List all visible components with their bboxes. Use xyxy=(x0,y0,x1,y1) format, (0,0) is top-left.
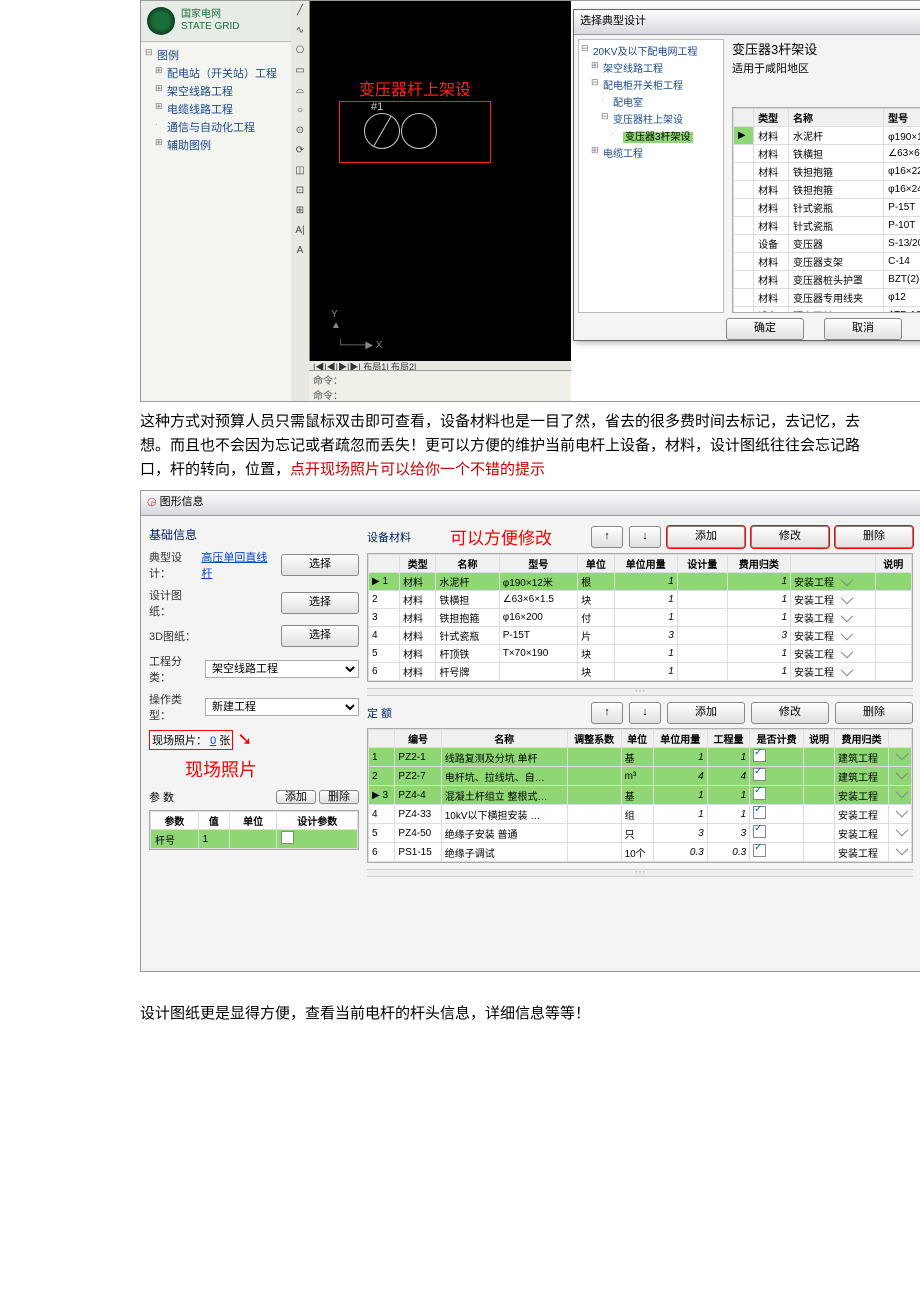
splitter[interactable] xyxy=(367,688,913,696)
arrow-annotation-icon: ➘ xyxy=(237,729,252,750)
paragraph-2: 设计图纸更是显得方便，查看当前电杆的杆头信息，详细信息等等！ xyxy=(0,972,920,1083)
selected-subtitle: 适用于咸阳地区 xyxy=(732,60,920,76)
annotation-site-photo: 现场照片 xyxy=(185,756,359,782)
label-site-photo: 现场照片： xyxy=(152,735,207,747)
tool-icon[interactable]: A| xyxy=(293,225,307,239)
axis-y-label: Y▲ xyxy=(331,309,341,331)
screenshot-typical-design: 国家电网 STATE GRID 图例 配电站（开关站）工程 架空线路工程 电缆线… xyxy=(140,0,920,402)
tool-icon[interactable]: ⟳ xyxy=(293,145,307,159)
label-typical-design: 典型设计： xyxy=(149,549,197,581)
checkbox[interactable] xyxy=(281,831,294,844)
tool-icon[interactable]: ∿ xyxy=(293,25,307,39)
cad-annotation: 变压器杆上架设 xyxy=(359,76,471,100)
edit-button[interactable]: 修改 xyxy=(751,526,829,548)
cancel-button[interactable]: 取消 xyxy=(824,318,902,340)
delete-button[interactable]: 删除 xyxy=(319,790,359,804)
link-photo-count[interactable]: 0 xyxy=(210,735,216,747)
tool-icon[interactable]: A xyxy=(293,245,307,259)
dlg-tree-item[interactable]: 配电柜开关柜工程 xyxy=(603,81,683,92)
select-button[interactable]: 选择 xyxy=(281,625,359,647)
edit-button[interactable]: 修改 xyxy=(751,702,829,724)
add-button[interactable]: 添加 xyxy=(667,526,745,548)
brand-title-cn: 国家电网 xyxy=(181,9,240,21)
cad-canvas[interactable]: ╱ ∿ ⎔ ▭ ⌓ ○ ⊙ ⟳ ◫ ⊡ ⊞ A| A 变压器杆上架设 #1 Y▲ └───▶… xyxy=(291,1,571,401)
materials-grid[interactable]: 类型名称型号单位单位用量设计量费用归类说明▶ 1材料水泥杆φ190×12米根11… xyxy=(367,553,913,682)
move-up-button[interactable]: ↑ xyxy=(591,702,623,724)
tree-item[interactable]: 配电站（开关站）工程 xyxy=(167,68,277,80)
move-down-button[interactable]: ↓ xyxy=(629,702,661,724)
brand-title-en: STATE GRID xyxy=(181,21,240,33)
move-down-button[interactable]: ↓ xyxy=(629,526,661,548)
toolstrip[interactable]: ╱ ∿ ⎔ ▭ ⌓ ○ ⊙ ⟳ ◫ ⊡ ⊞ A| A xyxy=(291,1,310,402)
brand: 国家电网 STATE GRID xyxy=(141,1,291,42)
splitter[interactable] xyxy=(367,869,913,877)
select-engineering-type[interactable]: 架空线路工程 xyxy=(205,660,359,678)
delete-button[interactable]: 删除 xyxy=(835,702,913,724)
dlg-tree-selected[interactable]: 变压器3杆架设 xyxy=(623,132,693,143)
params-title: 参 数 xyxy=(149,789,174,805)
window-title[interactable]: ◶ 图形信息 xyxy=(141,491,920,516)
quota-title: 定 额 xyxy=(367,705,392,721)
dlg-tree-item[interactable]: 变压器柱上架设 xyxy=(613,115,683,126)
params-table[interactable]: 参数值单位设计参数 杆号1 xyxy=(149,810,359,850)
tool-icon[interactable]: ╱ xyxy=(293,5,307,19)
delete-button[interactable]: 删除 xyxy=(835,526,913,548)
tree-root[interactable]: 图例 xyxy=(157,50,179,62)
dlg-tree-item[interactable]: 配电室 xyxy=(613,98,643,109)
move-up-button[interactable]: ↑ xyxy=(591,526,623,548)
annotation-easy-edit: 可以方便修改 xyxy=(450,524,552,549)
tree-item[interactable]: 电缆线路工程 xyxy=(167,104,233,116)
selected-title: 变压器3杆架设 xyxy=(732,39,920,58)
screenshot-shape-info: ◶ 图形信息 基础信息 典型设计： 高压单回直线杆 选择 设计图纸： 选择 3D… xyxy=(140,490,920,972)
tool-icon[interactable]: ⊞ xyxy=(293,205,307,219)
tool-icon[interactable]: ⊙ xyxy=(293,125,307,139)
dlg-tree-item[interactable]: 架空线路工程 xyxy=(603,64,663,75)
select-button[interactable]: 选择 xyxy=(281,554,359,576)
dialog-tree[interactable]: 20KV及以下配电网工程 架空线路工程 配电柜开关柜工程 配电室 变压器柱上架设… xyxy=(578,39,724,313)
tool-icon[interactable]: ⊡ xyxy=(293,185,307,199)
axis-x-label: └───▶ X xyxy=(337,340,382,351)
dlg-tree-item[interactable]: 电缆工程 xyxy=(603,149,643,160)
basic-info-title: 基础信息 xyxy=(149,526,359,543)
material-table[interactable]: 类型名称型号设计量单位▶材料水泥杆φ190×12米3根材料铁横担∠63×6×1.… xyxy=(732,107,920,313)
brand-logo xyxy=(147,7,175,35)
select-operation-type[interactable]: 新建工程 xyxy=(205,698,359,716)
add-button[interactable]: 添加 xyxy=(667,702,745,724)
tool-icon[interactable]: ○ xyxy=(293,105,307,119)
select-button[interactable]: 选择 xyxy=(281,592,359,614)
label-engineering-type: 工程分类： xyxy=(149,653,201,685)
paragraph-1: 这种方式对预算人员只需鼠标双击即可查看，设备材料也是一目了然，省去的很多费时间去… xyxy=(0,402,920,490)
materials-title: 设备材料 xyxy=(367,529,411,545)
add-button[interactable]: 添加 xyxy=(276,790,316,804)
label-3d-drawing: 3D图纸： xyxy=(149,628,201,644)
sidebar: 国家电网 STATE GRID 图例 配电站（开关站）工程 架空线路工程 电缆线… xyxy=(141,1,292,401)
legend-tree[interactable]: 图例 配电站（开关站）工程 架空线路工程 电缆线路工程 通信与自动化工程 辅助图… xyxy=(141,42,291,158)
dialog-select-typical-design: 选择典型设计 ✕ 20KV及以下配电网工程 架空线路工程 配电柜开关柜工程 配电… xyxy=(573,9,920,341)
link-typical-design[interactable]: 高压单回直线杆 xyxy=(201,549,273,581)
cad-symbol-circle[interactable] xyxy=(364,113,400,149)
cad-node-label: #1 xyxy=(371,101,383,113)
tree-item[interactable]: 辅助图例 xyxy=(167,140,211,152)
dlg-tree-root[interactable]: 20KV及以下配电网工程 xyxy=(593,47,697,58)
quota-grid[interactable]: 编号名称调整系数单位单位用量工程量是否计费说明费用归类1PZ2-1线路复测及分坑… xyxy=(367,728,913,863)
basic-info-panel: 基础信息 典型设计： 高压单回直线杆 选择 设计图纸： 选择 3D图纸： 选择 … xyxy=(141,516,367,972)
tree-item[interactable]: 架空线路工程 xyxy=(167,86,233,98)
command-panel[interactable]: 命令： 命令： xyxy=(309,370,571,401)
label-operation-type: 操作类型： xyxy=(149,691,201,723)
dialog-title: 选择典型设计 xyxy=(580,15,646,27)
label-design-drawing: 设计图纸： xyxy=(149,587,201,619)
ok-button[interactable]: 确定 xyxy=(726,318,804,340)
tool-icon[interactable]: ⎔ xyxy=(293,45,307,59)
tool-icon[interactable]: ⌓ xyxy=(293,85,307,99)
tree-item[interactable]: 通信与自动化工程 xyxy=(167,122,255,134)
para1-highlight: 点开现场照片可以给你一个不错的提示 xyxy=(290,461,545,478)
tool-icon[interactable]: ▭ xyxy=(293,65,307,79)
dialog-title-bar[interactable]: 选择典型设计 ✕ xyxy=(574,10,920,35)
cad-symbol-circle[interactable] xyxy=(401,113,437,149)
tool-icon[interactable]: ◫ xyxy=(293,165,307,179)
